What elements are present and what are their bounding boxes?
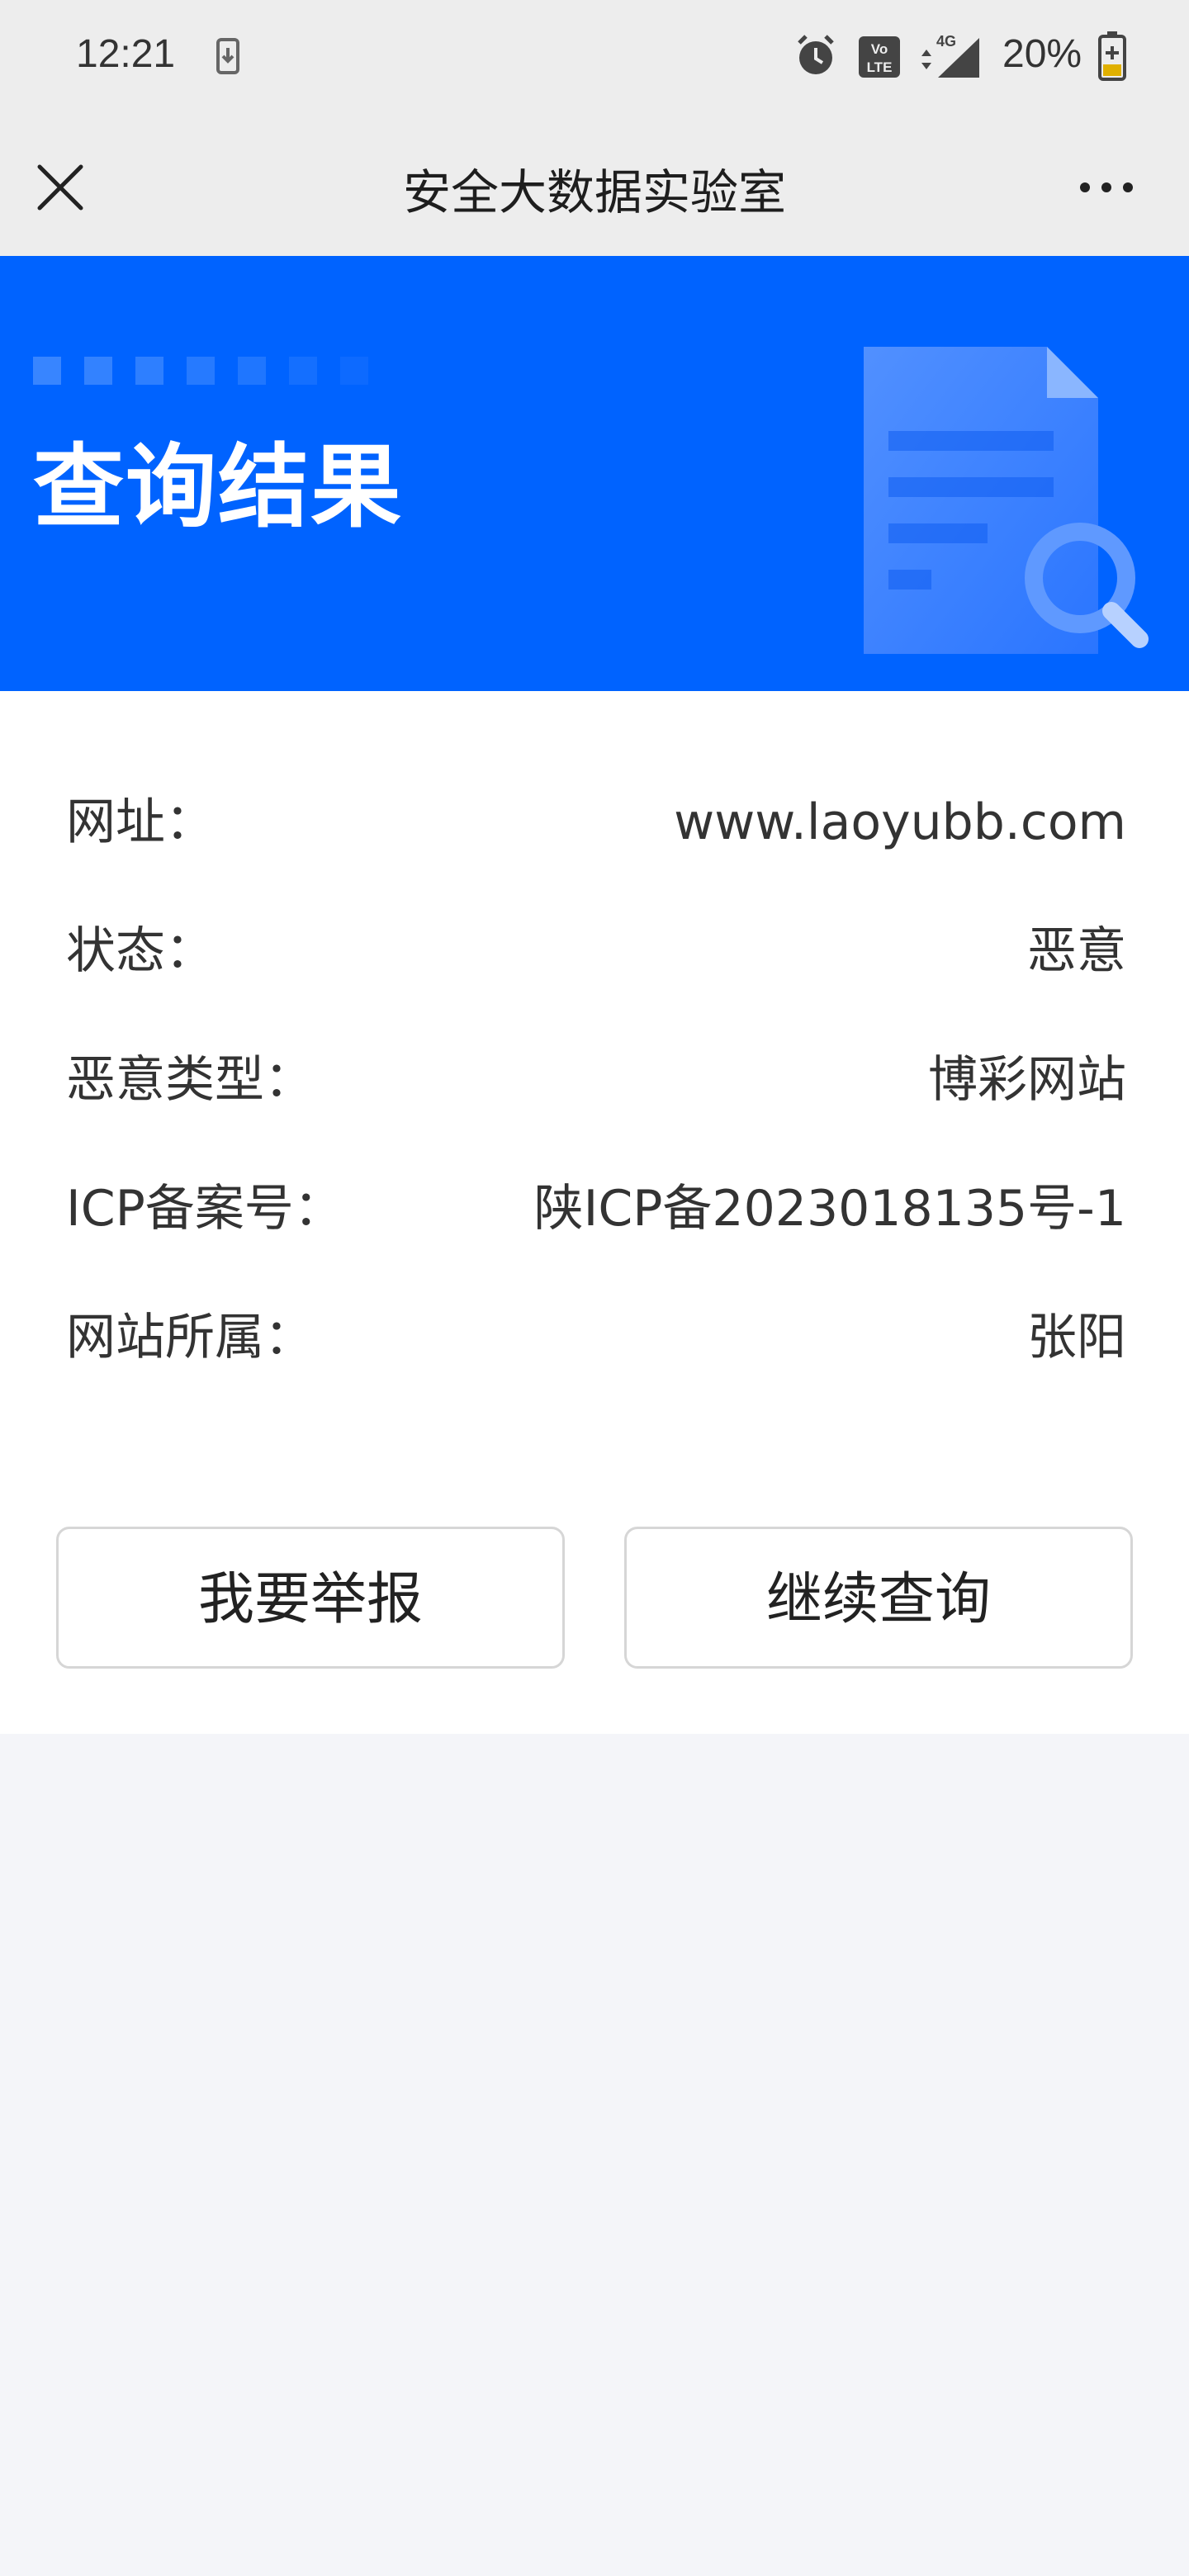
battery-icon	[1098, 31, 1126, 84]
report-button[interactable]: 我要举报	[56, 1527, 565, 1669]
status-value: 恶意	[1027, 922, 1126, 980]
continue-query-button[interactable]: 继续查询	[624, 1527, 1133, 1669]
download-icon	[216, 38, 239, 78]
result-row-url: 网址： www.laoyubb.com	[66, 785, 1126, 859]
result-row-status: 状态： 恶意	[66, 914, 1126, 988]
status-bar: 12:21 Vo LTE 4G 20%	[0, 0, 1189, 116]
volte-icon: Vo LTE	[859, 36, 900, 81]
decorative-dots	[33, 353, 380, 390]
signal-4g-icon: 4G	[917, 31, 986, 83]
alarm-icon	[793, 33, 839, 83]
icp-value: 陕ICP备2023018135号-1	[533, 1180, 1126, 1238]
result-row-malicious-type: 恶意类型： 博彩网站	[66, 1043, 1126, 1117]
document-search-icon	[859, 339, 1156, 672]
malicious-type-value: 博彩网站	[928, 1051, 1126, 1109]
status-time: 12:21	[76, 32, 176, 76]
svg-text:Vo: Vo	[871, 41, 888, 57]
url-value: www.laoyubb.com	[674, 793, 1126, 851]
result-row-owner: 网站所属： 张阳	[66, 1300, 1126, 1375]
svg-text:LTE: LTE	[867, 59, 893, 75]
result-row-icp: ICP备案号： 陕ICP备2023018135号-1	[66, 1172, 1126, 1246]
battery-percent: 20%	[1002, 32, 1082, 76]
status-label: 状态：	[66, 922, 215, 980]
svg-text:4G: 4G	[936, 33, 956, 50]
app-bar: 安全大数据实验室	[0, 116, 1189, 256]
icp-label: ICP备案号：	[66, 1180, 343, 1238]
result-banner: 查询结果	[0, 256, 1189, 691]
url-label: 网址：	[66, 793, 215, 851]
page-title: 安全大数据实验室	[402, 164, 786, 220]
owner-label: 网站所属：	[66, 1309, 314, 1366]
owner-value: 张阳	[1027, 1309, 1126, 1366]
more-icon[interactable]	[1073, 167, 1139, 208]
result-panel: 网址： www.laoyubb.com 状态： 恶意 恶意类型： 博彩网站 IC…	[0, 691, 1189, 1734]
malicious-type-label: 恶意类型：	[66, 1051, 314, 1109]
banner-title: 查询结果	[33, 434, 403, 540]
